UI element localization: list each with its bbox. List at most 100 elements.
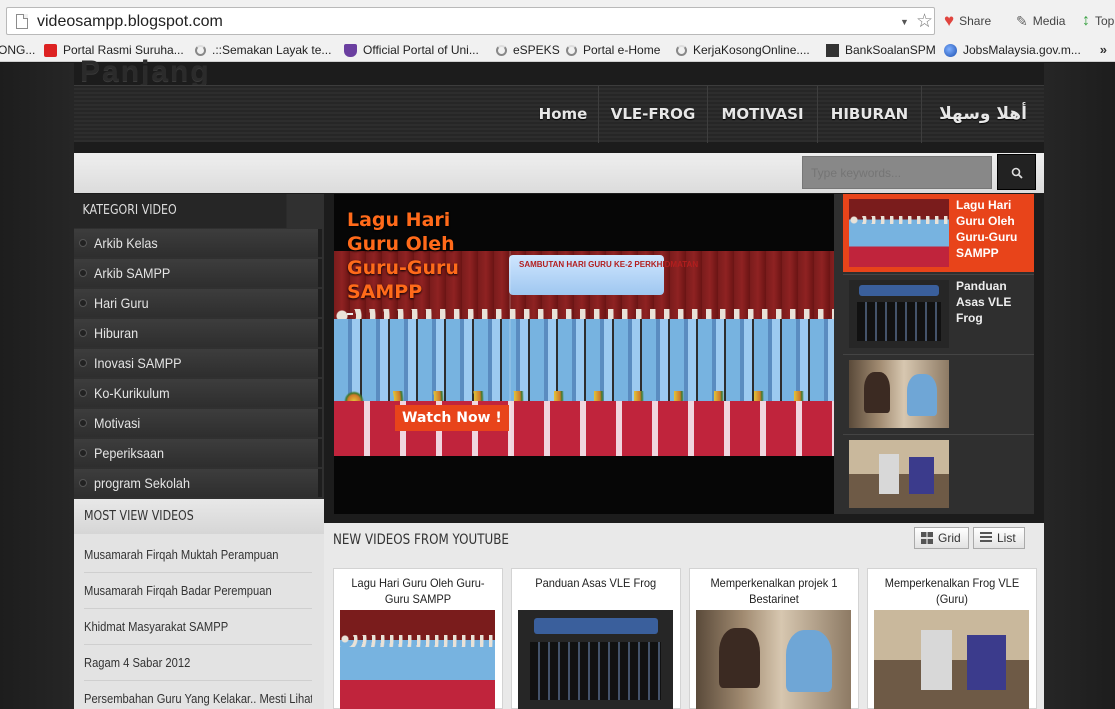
heart-icon: ♥	[944, 11, 955, 30]
loading-favicon-icon	[566, 44, 577, 56]
search-input[interactable]	[802, 156, 992, 189]
bullet-icon	[79, 269, 87, 277]
new-videos-section: NEW VIDEOS FROM YOUTUBE Grid List Lagu H…	[324, 523, 1044, 709]
video-card-title[interactable]: Memperkenalkan Frog VLE (Guru)	[874, 575, 1030, 607]
video-card[interactable]: Memperkenalkan projek 1 Bestarinet	[689, 568, 859, 709]
share-button[interactable]: ♥ Share	[944, 11, 991, 31]
nav-home[interactable]: Home	[527, 86, 599, 143]
thumbnail-image	[849, 280, 949, 348]
video-card-thumbnail[interactable]	[874, 610, 1029, 709]
grid-icon	[921, 532, 933, 544]
nav-motivasi[interactable]: MOTIVASI	[707, 86, 817, 143]
loading-favicon-icon	[496, 44, 507, 56]
bullet-icon	[79, 389, 87, 397]
address-bar[interactable]: videosampp.blogspot.com ▼ ☆	[6, 7, 935, 35]
bookmark-item[interactable]: JobsMalaysia.gov.m...	[944, 43, 1081, 57]
bookmark-star-icon[interactable]: ☆	[916, 10, 933, 33]
bullet-icon	[79, 329, 87, 337]
up-down-arrows-icon: ↕	[1082, 12, 1090, 29]
thumbnail-label: Panduan Asas VLE Frog	[956, 279, 1012, 325]
dropdown-arrow-icon[interactable]: ▼	[900, 17, 909, 27]
sidebar: KATEGORI VIDEO Arkib Kelas Arkib SAMPP H…	[74, 194, 324, 709]
nav-welcome-arabic[interactable]: أهلا وسهلا	[921, 86, 1044, 143]
featured-video[interactable]: SAMBUTAN HARI GURU KE-2 PERKHIDMATAN Lag…	[334, 194, 834, 514]
nav-vle-frog[interactable]: VLE-FROG	[598, 86, 707, 143]
bookmark-item[interactable]: eSPEKS	[496, 43, 560, 57]
media-label: Media	[1032, 14, 1066, 28]
thumbnail-item[interactable]: Lagu Hari Guru Oleh Guru-Guru SAMPP	[843, 194, 1034, 272]
category-item[interactable]: Motivasi	[74, 409, 322, 437]
most-view-header: MOST VIEW VIDEOS	[74, 499, 324, 534]
video-card-title[interactable]: Panduan Asas VLE Frog	[518, 575, 674, 591]
thumbnail-label: Lagu Hari Guru Oleh Guru-Guru SAMPP	[956, 198, 1018, 260]
bookmark-item[interactable]: ONG...	[0, 43, 35, 57]
category-item[interactable]: Arkib Kelas	[74, 229, 322, 257]
top-button[interactable]: ↕ Top	[1082, 11, 1114, 31]
url-text[interactable]: videosampp.blogspot.com	[37, 13, 223, 31]
bullet-icon	[79, 359, 87, 367]
image-divider	[509, 251, 511, 456]
video-card-title[interactable]: Lagu Hari Guru Oleh Guru-Guru SAMPP	[340, 575, 496, 607]
thumbnail-image	[849, 199, 949, 267]
category-item[interactable]: Hiburan	[74, 319, 322, 347]
category-item[interactable]: Peperiksaan	[74, 439, 322, 467]
search-button[interactable]	[997, 154, 1036, 190]
grid-view-button[interactable]: Grid	[914, 527, 969, 549]
bookmark-item[interactable]: Official Portal of Uni...	[344, 43, 479, 57]
video-card[interactable]: Panduan Asas VLE Frog	[511, 568, 681, 709]
most-view-item[interactable]: Khidmat Masyarakat SAMPP	[84, 609, 312, 645]
video-card-thumbnail[interactable]	[696, 610, 851, 709]
search-icon	[1011, 167, 1023, 179]
main-nav: Home VLE-FROG MOTIVASI HIBURAN أهلا وسهل…	[74, 85, 1044, 143]
video-card-thumbnail[interactable]	[518, 610, 673, 709]
top-label: Top	[1095, 14, 1115, 28]
bookmark-item[interactable]: BankSoalanSPM	[826, 43, 936, 57]
thumbnail-item[interactable]: Panduan Asas VLE Frog	[843, 274, 1034, 352]
thumbnail-item[interactable]	[843, 434, 1034, 512]
list-icon	[980, 532, 992, 544]
browser-toolbar: videosampp.blogspot.com ▼ ☆ ♥ Share ✎ Me…	[0, 0, 1115, 40]
video-card-thumbnail[interactable]	[340, 610, 495, 709]
bookmark-item[interactable]: .::Semakan Layak te...	[195, 43, 331, 57]
nav-hiburan[interactable]: HIBURAN	[817, 86, 921, 143]
media-button[interactable]: ✎ Media	[1016, 11, 1065, 31]
crest-favicon-icon	[344, 43, 357, 57]
thumbnail-image	[849, 360, 949, 428]
video-card-title[interactable]: Memperkenalkan projek 1 Bestarinet	[696, 575, 852, 607]
bullet-icon	[79, 239, 87, 247]
bullet-icon	[79, 299, 87, 307]
bullet-icon	[79, 479, 87, 487]
site-title[interactable]: Panjang	[80, 55, 211, 89]
bookmarks-overflow-button[interactable]: »	[1100, 42, 1107, 57]
featured-thumbnails: Lagu Hari Guru Oleh Guru-Guru SAMPP Pand…	[834, 194, 1034, 514]
bullet-icon	[79, 449, 87, 457]
pen-icon: ✎	[1016, 12, 1028, 29]
event-banner-text: SAMBUTAN HARI GURU KE-2 PERKHIDMATAN	[519, 260, 699, 269]
most-view-list: Musamarah Firqah Muktah Perampuan Musama…	[74, 534, 324, 709]
category-item[interactable]: Arkib SAMPP	[74, 259, 322, 287]
most-view-item[interactable]: Musamarah Firqah Muktah Perampuan	[84, 537, 312, 573]
category-header: KATEGORI VIDEO	[74, 194, 287, 228]
search-band	[74, 153, 1044, 193]
site-favicon-icon	[44, 43, 57, 57]
most-view-item[interactable]: Persembahan Guru Yang Kelakar.. Mesti Li…	[84, 681, 312, 709]
video-card[interactable]: Lagu Hari Guru Oleh Guru-Guru SAMPP	[333, 568, 503, 709]
video-card[interactable]: Memperkenalkan Frog VLE (Guru)	[867, 568, 1037, 709]
most-view-item[interactable]: Musamarah Firqah Badar Perempuan	[84, 573, 312, 609]
list-view-button[interactable]: List	[973, 527, 1025, 549]
thumbnail-image	[849, 440, 949, 508]
category-item[interactable]: Ko-Kurikulum	[74, 379, 322, 407]
bookmark-item[interactable]: Portal e-Home	[566, 43, 660, 57]
category-item[interactable]: Hari Guru	[74, 289, 322, 317]
share-label: Share	[959, 14, 992, 28]
category-item[interactable]: Inovasi SAMPP	[74, 349, 322, 377]
loading-favicon-icon	[195, 44, 206, 56]
watch-now-button[interactable]: Watch Now !	[395, 405, 509, 431]
loading-favicon-icon	[676, 44, 687, 56]
bookmark-item[interactable]: KerjaKosongOnline....	[676, 43, 810, 57]
title-dash	[347, 313, 353, 315]
featured-title[interactable]: Lagu Hari Guru Oleh Guru-Guru SAMPP	[347, 208, 497, 304]
most-view-item[interactable]: Ragam 4 Sabar 2012	[84, 645, 312, 681]
thumbnail-item[interactable]	[843, 354, 1034, 432]
category-item[interactable]: program Sekolah	[74, 469, 322, 497]
